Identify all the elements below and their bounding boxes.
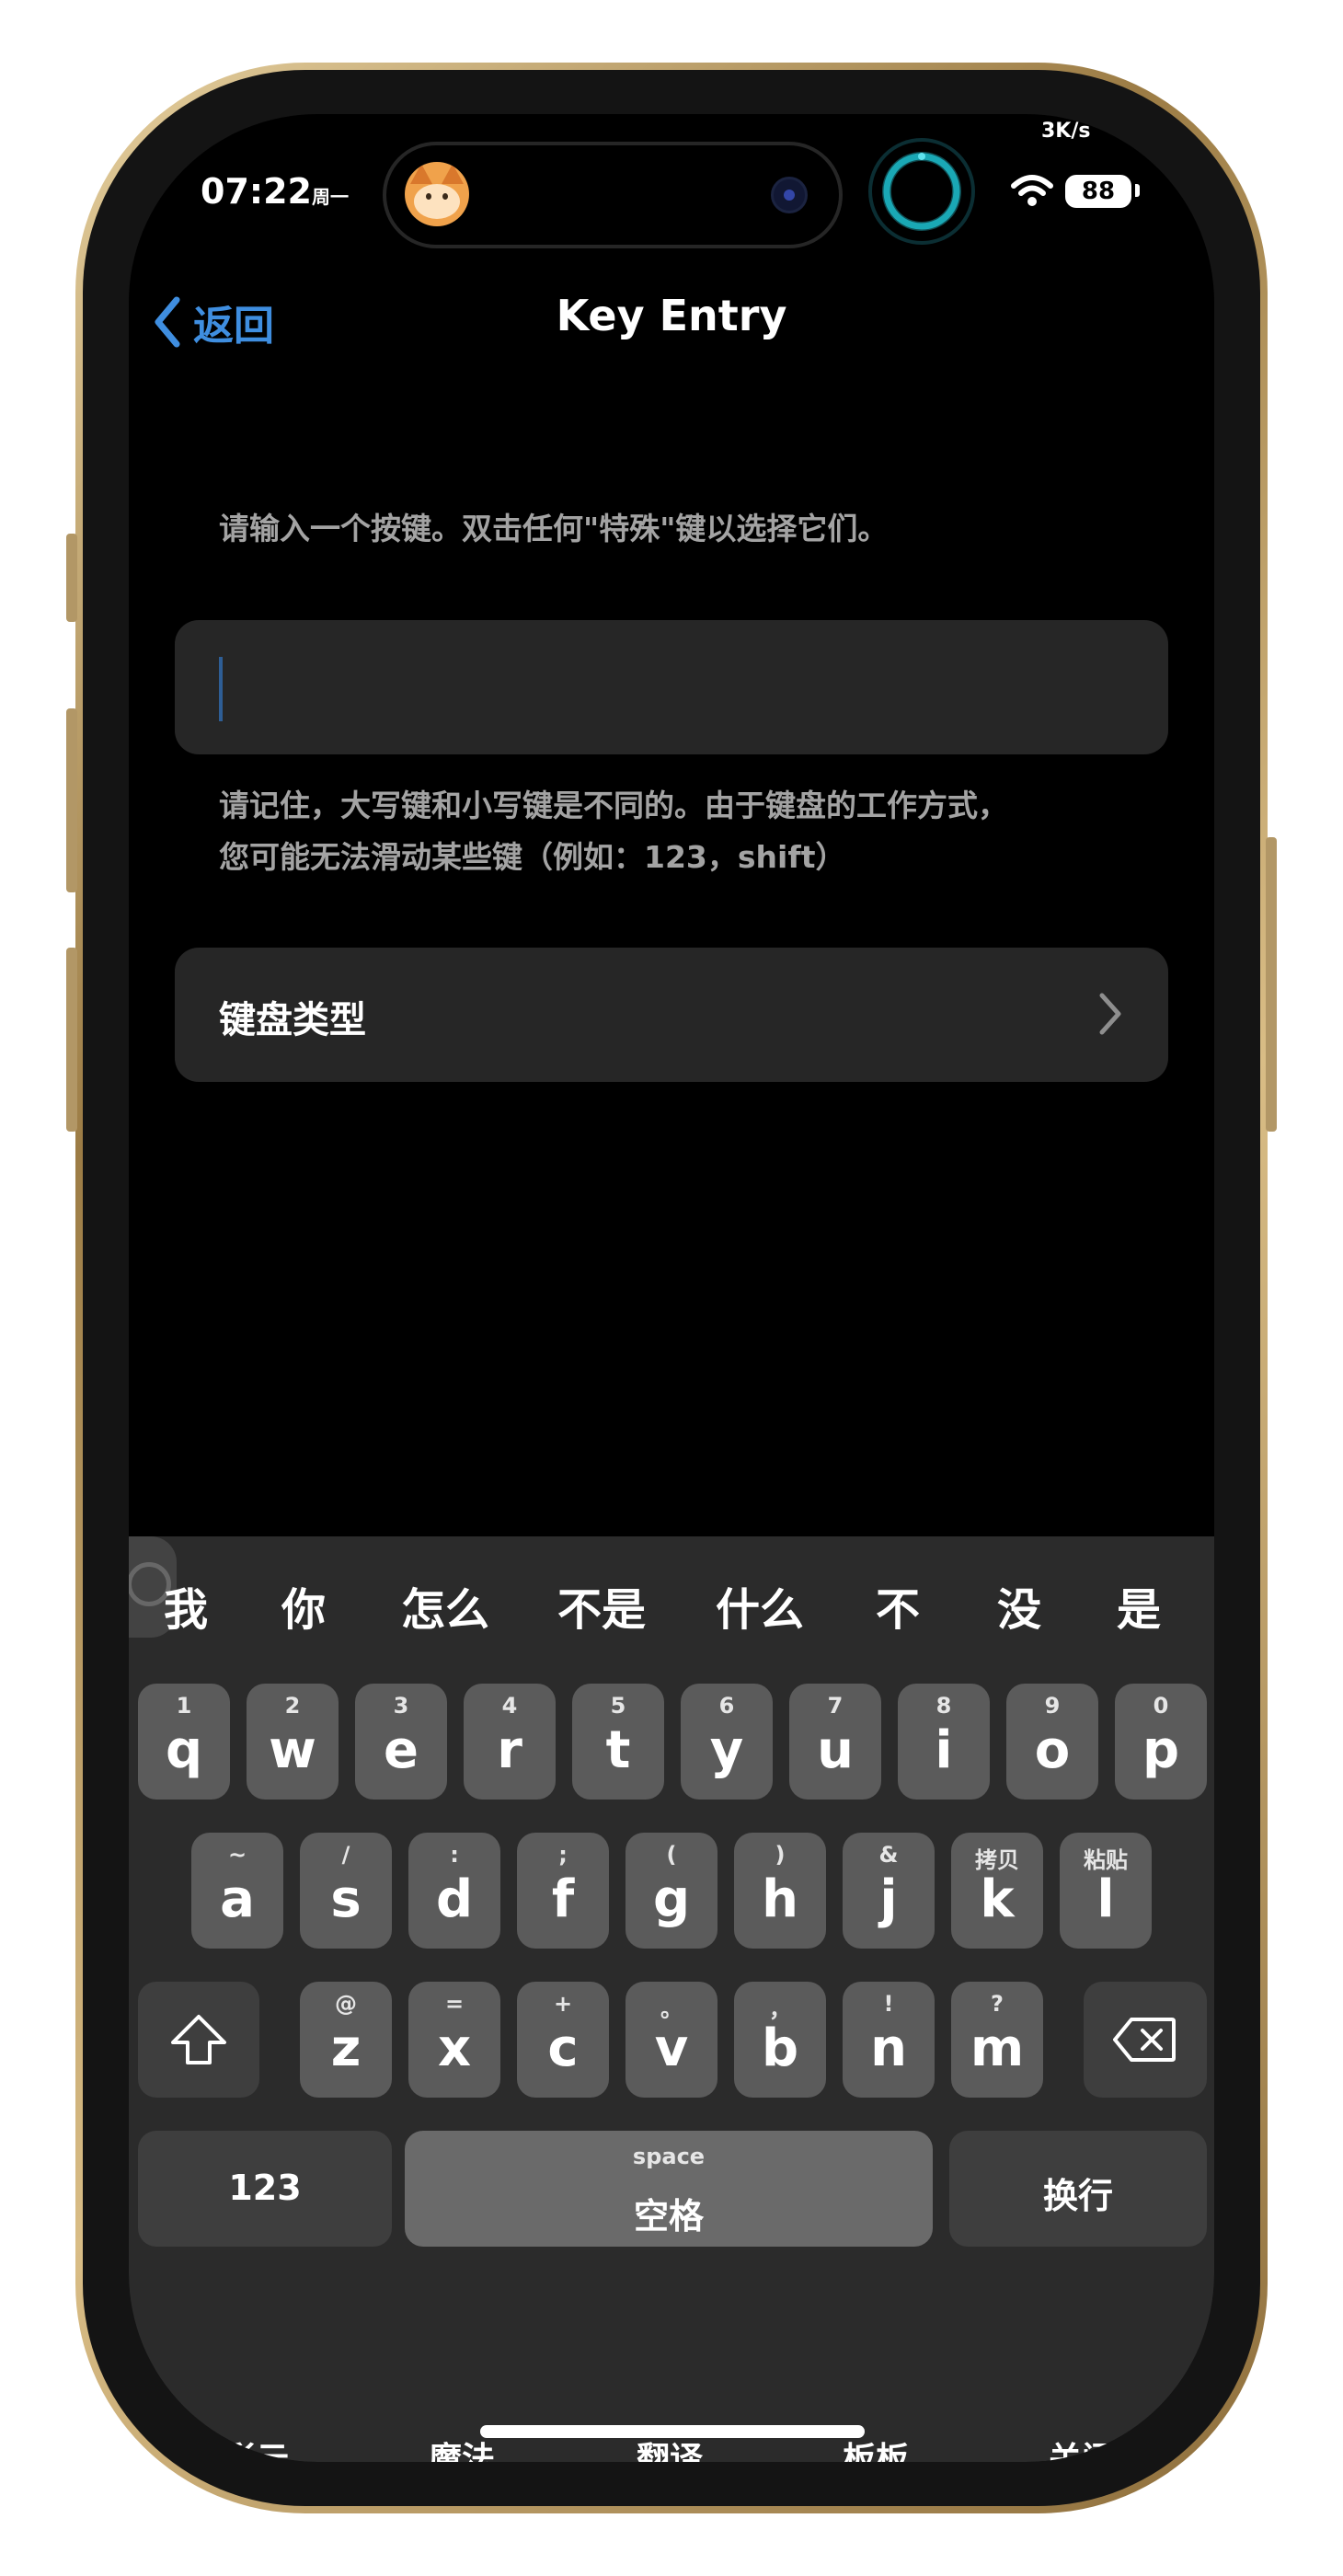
activity-ring-icon: [868, 138, 975, 245]
key-b[interactable]: ， b: [734, 1982, 826, 2098]
wifi-icon: [1011, 175, 1053, 206]
candidate-word[interactable]: 你: [281, 1573, 326, 1638]
candidate-word[interactable]: 不: [876, 1573, 920, 1638]
numbers-key[interactable]: 123: [138, 2131, 392, 2247]
screen: 07:22周一 3K/s 88 返回 Key Entry 请输入一个按键。双击任…: [129, 114, 1214, 2462]
key-l[interactable]: 粘贴 l: [1060, 1833, 1152, 1949]
home-indicator[interactable]: [480, 2425, 865, 2438]
note-line-2: 您可能无法滑动某些键（例如：123，shift）: [219, 839, 846, 875]
shift-icon: [171, 2015, 226, 2064]
key-e[interactable]: 3e: [355, 1684, 447, 1800]
key-s[interactable]: / s: [300, 1833, 392, 1949]
battery-indicator: 88: [1065, 175, 1131, 208]
candidate-word[interactable]: 我: [164, 1573, 208, 1638]
backspace-icon: [1113, 2018, 1176, 2062]
key-q[interactable]: 1q: [138, 1684, 230, 1800]
key-z[interactable]: @ z: [300, 1982, 392, 2098]
key-input-field[interactable]: [175, 620, 1168, 754]
network-speed: 3K/s: [1041, 120, 1091, 143]
key-u[interactable]: 7u: [789, 1684, 881, 1800]
toolbar-caiyun[interactable]: 彩云: [223, 2432, 289, 2462]
instruction-text: 请输入一个按键。双击任何"特殊"键以选择它们。: [219, 511, 889, 546]
space-key[interactable]: space 空格: [405, 2131, 933, 2247]
page-title: Key Entry: [556, 291, 787, 340]
shift-key[interactable]: [138, 1982, 259, 2098]
key-p[interactable]: 0p: [1115, 1684, 1207, 1800]
key-g[interactable]: (g: [626, 1833, 717, 1949]
key-x[interactable]: = x: [408, 1982, 500, 2098]
key-w[interactable]: 2w: [247, 1684, 339, 1800]
text-caret: [219, 657, 223, 721]
keyboard: 我 你 怎么 不是 什么 不 没 是 1q 2w 3e 4r 5t 6y 7u …: [129, 1536, 1214, 2462]
volume-down-button: [66, 948, 77, 1132]
candidate-word[interactable]: 什么: [716, 1573, 804, 1638]
dynamic-island[interactable]: [383, 142, 843, 248]
volume-up-button: [66, 708, 77, 892]
toolbar-close[interactable]: 关闭: [1049, 2432, 1115, 2462]
key-k[interactable]: 拷贝 k: [951, 1833, 1043, 1949]
key-y[interactable]: 6y: [681, 1684, 773, 1800]
action-button: [66, 534, 77, 622]
battery-tip: [1135, 184, 1140, 197]
key-j[interactable]: & j: [843, 1833, 935, 1949]
key-m[interactable]: ? m: [951, 1982, 1043, 2098]
return-key[interactable]: 换行: [949, 2131, 1207, 2247]
key-h[interactable]: ) h: [734, 1833, 826, 1949]
key-a[interactable]: ~ a: [191, 1833, 283, 1949]
key-f[interactable]: ; f: [517, 1833, 609, 1949]
candidate-word[interactable]: 是: [1117, 1573, 1161, 1638]
key-d[interactable]: :d: [408, 1833, 500, 1949]
key-t[interactable]: 5t: [572, 1684, 664, 1800]
key-c[interactable]: + c: [517, 1982, 609, 2098]
candidate-word[interactable]: 不是: [557, 1573, 646, 1638]
candidate-word[interactable]: 怎么: [401, 1573, 489, 1638]
camera-icon: [771, 177, 808, 213]
note-line-1: 请记住，大写键和小写键是不同的。由于键盘的工作方式，: [219, 788, 1008, 823]
candidate-word[interactable]: 没: [997, 1573, 1041, 1638]
note-text: 请记住，大写键和小写键是不同的。由于键盘的工作方式， 您可能无法滑动某些键（例如…: [219, 780, 1008, 883]
key-i[interactable]: 8i: [898, 1684, 990, 1800]
key-r[interactable]: 4r: [464, 1684, 556, 1800]
key-o[interactable]: 9o: [1006, 1684, 1098, 1800]
chevron-right-icon: [1099, 993, 1121, 1035]
key-n[interactable]: ! n: [843, 1982, 935, 2098]
power-button: [1266, 837, 1277, 1132]
key-v[interactable]: 。 v: [626, 1982, 717, 2098]
keyboard-type-row[interactable]: 键盘类型: [175, 948, 1168, 1082]
keyboard-type-label: 键盘类型: [219, 999, 366, 1041]
delete-key[interactable]: [1084, 1982, 1207, 2098]
status-time: 07:22周一: [201, 171, 349, 212]
pet-avatar-icon: [405, 162, 469, 226]
